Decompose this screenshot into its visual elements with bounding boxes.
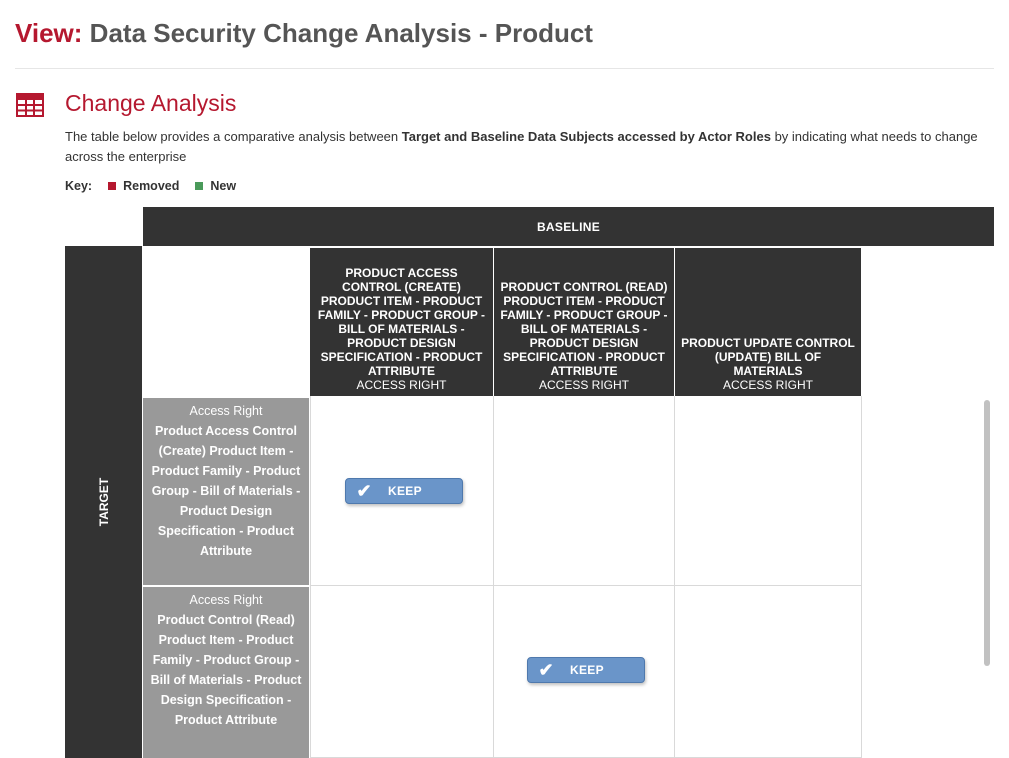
- matrix-cell: [494, 396, 675, 586]
- section-description: The table below provides a comparative a…: [65, 127, 985, 167]
- legend-removed-swatch: [108, 182, 117, 190]
- row-header-subtitle: Access Right: [189, 593, 263, 607]
- checkmark-icon: ✔: [538, 659, 554, 680]
- scrollbar-thumb[interactable]: [984, 400, 990, 666]
- column-header-title: PRODUCT UPDATE CONTROL (UPDATE) BILL OF …: [681, 336, 855, 378]
- page-title-prefix: View:: [15, 18, 83, 48]
- checkmark-icon: ✔: [356, 480, 372, 501]
- matrix-cell: [675, 396, 862, 586]
- column-header-subtitle: ACCESS RIGHT: [538, 378, 629, 392]
- matrix-cell: [675, 586, 862, 758]
- row-header-title: Product Access Control (Create) Product …: [151, 424, 301, 558]
- column-header: PRODUCT UPDATE CONTROL (UPDATE) BILL OF …: [675, 248, 861, 396]
- column-header-title: PRODUCT ACCESS CONTROL (CREATE) PRODUCT …: [317, 266, 486, 378]
- keep-button[interactable]: ✔ KEEP: [527, 657, 645, 683]
- target-header: TARGET: [65, 246, 142, 758]
- column-header-subtitle: ACCESS RIGHT: [356, 378, 447, 392]
- baseline-header-label: BASELINE: [536, 219, 601, 234]
- page-title-name: Data Security Change Analysis - Product: [89, 18, 593, 48]
- column-header-title: PRODUCT CONTROL (READ) PRODUCT ITEM - PR…: [500, 280, 668, 378]
- legend-removed: Removed: [108, 179, 179, 193]
- section-title: Change Analysis: [65, 90, 237, 116]
- keep-button[interactable]: ✔ KEEP: [345, 478, 463, 504]
- description-text-bold: Target and Baseline Data Subjects access…: [401, 129, 771, 144]
- row-header: Access Right Product Access Control (Cre…: [143, 398, 309, 585]
- legend-key-label: Key:: [65, 179, 93, 193]
- table-grid-icon: [16, 93, 44, 117]
- target-header-label: TARGET: [96, 477, 111, 527]
- column-header: PRODUCT ACCESS CONTROL (CREATE) PRODUCT …: [310, 248, 493, 396]
- title-divider: [15, 68, 994, 69]
- baseline-header: BASELINE: [143, 207, 994, 246]
- row-header-subtitle: Access Right: [189, 404, 263, 418]
- page-title: View: Data Security Change Analysis - Pr…: [15, 18, 593, 49]
- legend-key: Key: Removed New: [65, 179, 252, 193]
- legend-removed-label: Removed: [123, 179, 180, 193]
- column-header: PRODUCT CONTROL (READ) PRODUCT ITEM - PR…: [494, 248, 674, 396]
- keep-button-label: KEEP: [388, 484, 422, 498]
- vertical-scrollbar[interactable]: [981, 396, 993, 748]
- column-header-subtitle: ACCESS RIGHT: [722, 378, 813, 392]
- row-header: Access Right Product Control (Read) Prod…: [143, 587, 309, 758]
- row-header-title: Product Control (Read) Product Item - Pr…: [150, 613, 302, 727]
- keep-button-label: KEEP: [570, 663, 604, 677]
- legend-new-swatch: [195, 182, 204, 190]
- legend-new: New: [195, 179, 236, 193]
- legend-new-label: New: [210, 179, 237, 193]
- matrix-cell: [310, 586, 494, 758]
- description-text-start: The table below provides a comparative a…: [65, 129, 402, 144]
